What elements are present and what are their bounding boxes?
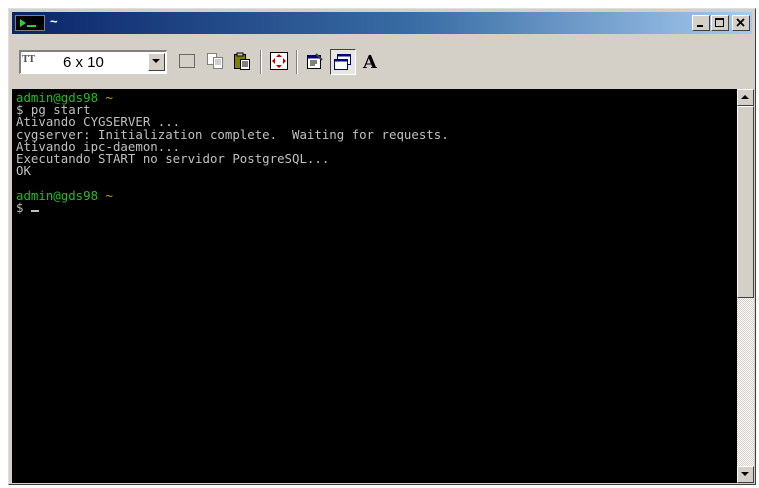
minimize-button[interactable] (692, 15, 710, 31)
console-text: admin@gds98 ~ $ pg start Ativando CYGSERVE… (12, 89, 737, 214)
fullscreen-icon (270, 52, 288, 70)
svg-text:A: A (362, 52, 378, 71)
font-icon: A (362, 52, 378, 71)
truetype-icon: TT (22, 55, 36, 65)
scroll-down-button[interactable] (737, 466, 754, 483)
scroll-thumb[interactable] (737, 106, 754, 298)
chevron-down-icon (152, 59, 160, 63)
terminal-icon[interactable] (15, 15, 45, 31)
copy-button[interactable] (203, 49, 229, 75)
background-button[interactable] (330, 49, 356, 75)
properties-icon (307, 53, 323, 69)
console-window: ~ TT 6 x 10 A admin@gds98 ~ $ pg start A… (8, 8, 756, 485)
prompt-path: ~ (105, 187, 113, 203)
properties-button[interactable] (303, 49, 329, 75)
toolbar-separator (296, 50, 298, 74)
mark-icon (179, 54, 195, 68)
font-button[interactable]: A (358, 49, 384, 75)
console-line-text: Executando START no servidor PostgreSQL.… (16, 151, 330, 167)
dropdown-button[interactable] (148, 53, 165, 71)
arrow-up-icon (741, 95, 749, 99)
paste-icon (234, 52, 250, 70)
fullscreen-button[interactable] (267, 49, 293, 75)
arrow-down-icon (741, 472, 749, 476)
console-line-text: $ (16, 199, 31, 215)
copy-icon (207, 53, 223, 69)
window-title: ~ (50, 14, 58, 29)
font-size-select[interactable]: TT 6 x 10 (19, 50, 167, 74)
console-line: $ (16, 199, 737, 215)
close-icon (736, 18, 745, 27)
toolbar-separator (260, 50, 262, 74)
title-bar[interactable]: ~ (12, 12, 752, 34)
maximize-button[interactable] (711, 15, 729, 31)
maximize-icon (715, 18, 724, 27)
console-prompt-line: admin@gds98 ~ (16, 90, 737, 105)
scroll-up-button[interactable] (737, 89, 754, 106)
toolbar: TT 6 x 10 A (12, 42, 752, 82)
prompt-path: ~ (105, 90, 113, 105)
background-icon (334, 54, 351, 70)
paste-button[interactable] (230, 49, 256, 75)
console-line: Executando START no servidor PostgreSQL.… (16, 151, 737, 167)
console-output[interactable]: admin@gds98 ~ $ pg start Ativando CYGSERVE… (12, 89, 737, 483)
vertical-scrollbar[interactable] (737, 89, 754, 483)
font-size-value: 6 x 10 (63, 54, 104, 71)
console-line (16, 177, 737, 189)
console-prompt-line: admin@gds98 ~ (16, 187, 737, 203)
mark-button[interactable] (175, 49, 201, 75)
close-button[interactable] (732, 15, 750, 31)
minimize-icon (697, 25, 703, 27)
console-line: OK (16, 165, 737, 177)
text-cursor (30, 209, 39, 212)
